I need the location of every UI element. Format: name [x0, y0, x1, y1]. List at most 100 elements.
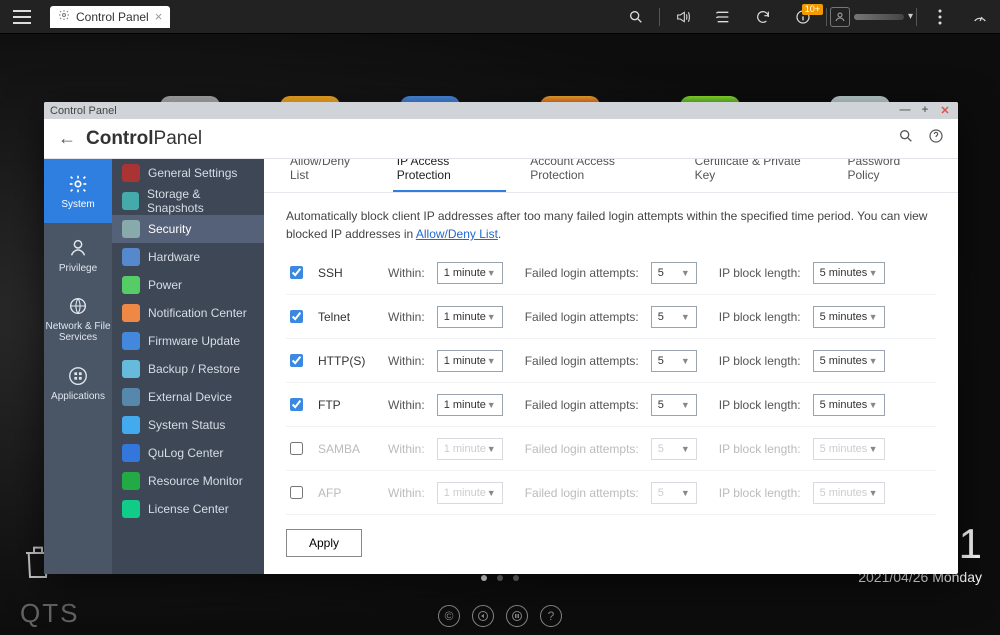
rule-row-ssh: SSHWithin:1 minute▼Failed login attempts… [286, 251, 936, 295]
header-help-icon[interactable] [928, 128, 944, 149]
rule-checkbox[interactable] [290, 398, 303, 411]
rule-checkbox[interactable] [290, 486, 303, 499]
dock-icon-3[interactable] [506, 605, 528, 627]
within-select[interactable]: 1 minute▼ [437, 306, 503, 328]
subnav-security[interactable]: Security [112, 215, 264, 243]
back-button[interactable]: ← [58, 128, 76, 149]
volume-icon[interactable] [663, 0, 703, 34]
window-close-icon[interactable]: ✕ [938, 104, 952, 117]
dashboard-icon[interactable] [960, 0, 1000, 34]
subnav-label: Hardware [148, 250, 200, 264]
window-title: Control Panel [50, 105, 117, 117]
window-minimize-icon[interactable]: — [898, 104, 912, 117]
page-dots[interactable] [481, 575, 519, 581]
globe-icon [67, 295, 89, 317]
search-icon[interactable] [616, 0, 656, 34]
sub-nav: General SettingsStorage & SnapshotsSecur… [112, 159, 264, 574]
subnav-resource-monitor[interactable]: Resource Monitor [112, 467, 264, 495]
rule-service: SSH [318, 266, 376, 280]
subnav-power[interactable]: Power [112, 271, 264, 299]
within-select[interactable]: 1 minute▼ [437, 482, 503, 504]
open-tab[interactable]: Control Panel × [50, 6, 170, 28]
within-label: Within: [388, 398, 425, 412]
failed-label: Failed login attempts: [525, 266, 639, 280]
dock-icon-2[interactable] [472, 605, 494, 627]
nav-network[interactable]: Network & File Services [44, 287, 112, 351]
info-icon[interactable]: 10+ [783, 0, 823, 34]
within-select[interactable]: 1 minute▼ [437, 438, 503, 460]
within-select[interactable]: 1 minute▼ [437, 394, 503, 416]
description: Automatically block client IP addresses … [264, 193, 958, 251]
block-select[interactable]: 5 minutes▼ [813, 394, 885, 416]
subnav-backup-restore[interactable]: Backup / Restore [112, 355, 264, 383]
tab-label: Control Panel [76, 10, 149, 24]
rule-checkbox[interactable] [290, 442, 303, 455]
subnav-notification-center[interactable]: Notification Center [112, 299, 264, 327]
tab-certificate-private-key[interactable]: Certificate & Private Key [691, 159, 824, 192]
subnav-external-device[interactable]: External Device [112, 383, 264, 411]
rule-checkbox[interactable] [290, 266, 303, 279]
nav-system[interactable]: System [44, 159, 112, 223]
tab-password-policy[interactable]: Password Policy [843, 159, 936, 192]
subnav-license-center[interactable]: License Center [112, 495, 264, 523]
dock-icon-1[interactable]: © [438, 605, 460, 627]
user-menu[interactable]: ▾ [830, 7, 913, 27]
subnav-firmware-update[interactable]: Firmware Update [112, 327, 264, 355]
nav-applications[interactable]: Applications [44, 351, 112, 415]
subnav-hardware[interactable]: Hardware [112, 243, 264, 271]
tab-ip-access-protection[interactable]: IP Access Protection [393, 159, 506, 192]
subnav-icon [122, 220, 140, 238]
more-icon[interactable] [920, 0, 960, 34]
attempts-select[interactable]: 5▼ [651, 350, 697, 372]
rule-service: Telnet [318, 310, 376, 324]
block-select[interactable]: 5 minutes▼ [813, 262, 885, 284]
window-titlebar[interactable]: Control Panel — + ✕ [44, 102, 958, 119]
block-select[interactable]: 5 minutes▼ [813, 306, 885, 328]
tab-allow-deny-list[interactable]: Allow/Deny List [286, 159, 373, 192]
block-label: IP block length: [719, 310, 801, 324]
tasks-icon[interactable] [703, 0, 743, 34]
subnav-label: Power [148, 278, 182, 292]
nav-privilege[interactable]: Privilege [44, 223, 112, 287]
subnav-qulog-center[interactable]: QuLog Center [112, 439, 264, 467]
attempts-select[interactable]: 5▼ [651, 306, 697, 328]
attempts-select[interactable]: 5▼ [651, 438, 697, 460]
subnav-icon [122, 360, 140, 378]
within-label: Within: [388, 442, 425, 456]
user-icon [830, 7, 850, 27]
subnav-label: Firmware Update [148, 334, 240, 348]
rule-checkbox[interactable] [290, 310, 303, 323]
menu-button[interactable] [0, 0, 44, 34]
subnav-storage-snapshots[interactable]: Storage & Snapshots [112, 187, 264, 215]
block-select[interactable]: 5 minutes▼ [813, 438, 885, 460]
attempts-select[interactable]: 5▼ [651, 262, 697, 284]
control-panel-window: Control Panel — + ✕ ← ControlPanel Syste… [44, 102, 958, 574]
window-maximize-icon[interactable]: + [918, 104, 932, 117]
block-label: IP block length: [719, 442, 801, 456]
subnav-system-status[interactable]: System Status [112, 411, 264, 439]
sync-icon[interactable] [743, 0, 783, 34]
rule-checkbox[interactable] [290, 354, 303, 367]
window-header: ← ControlPanel [44, 119, 958, 159]
tab-close-icon[interactable]: × [155, 9, 163, 24]
subnav-general-settings[interactable]: General Settings [112, 159, 264, 187]
apps-icon [67, 365, 89, 387]
subnav-label: License Center [148, 502, 229, 516]
rule-row-telnet: TelnetWithin:1 minute▼Failed login attem… [286, 295, 936, 339]
block-select[interactable]: 5 minutes▼ [813, 482, 885, 504]
apply-button[interactable]: Apply [286, 529, 362, 557]
attempts-select[interactable]: 5▼ [651, 482, 697, 504]
block-select[interactable]: 5 minutes▼ [813, 350, 885, 372]
within-label: Within: [388, 354, 425, 368]
subnav-label: Notification Center [148, 306, 247, 320]
dock-icon-4[interactable]: ? [540, 605, 562, 627]
attempts-select[interactable]: 5▼ [651, 394, 697, 416]
tab-account-access-protection[interactable]: Account Access Protection [526, 159, 670, 192]
subnav-label: Storage & Snapshots [147, 187, 254, 215]
allow-deny-link[interactable]: Allow/Deny List [416, 227, 498, 241]
header-search-icon[interactable] [898, 128, 914, 149]
within-select[interactable]: 1 minute▼ [437, 262, 503, 284]
within-select[interactable]: 1 minute▼ [437, 350, 503, 372]
rule-service: SAMBA [318, 442, 376, 456]
notification-badge: 10+ [802, 4, 823, 15]
